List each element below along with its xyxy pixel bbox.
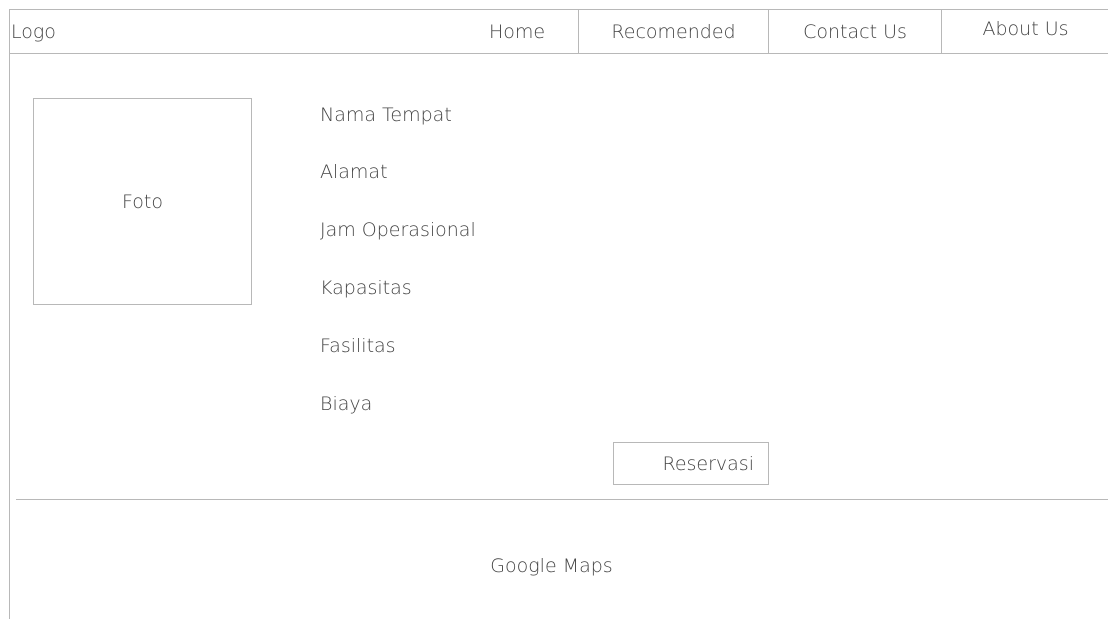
photo-placeholder: Foto	[33, 98, 252, 305]
navbar: Logo Home Recomended Contact Us About Us	[10, 10, 1108, 54]
nav-contact-us[interactable]: Contact Us	[768, 10, 941, 54]
detail-biaya: Biaya	[320, 393, 373, 415]
detail-alamat: Alamat	[320, 161, 388, 183]
nav-home[interactable]: Home	[489, 21, 545, 43]
page-frame: Logo Home Recomended Contact Us About Us…	[9, 9, 1108, 619]
logo[interactable]: Logo	[11, 21, 56, 43]
nav-recomended[interactable]: Recomended	[578, 10, 768, 54]
nav-about-us[interactable]: About Us	[941, 10, 1108, 54]
detail-jam-operasional: Jam Operasional	[320, 219, 476, 241]
google-maps-placeholder[interactable]: Google Maps	[10, 555, 1093, 577]
detail-fasilitas: Fasilitas	[320, 335, 396, 357]
detail-kapasitas: Kapasitas	[320, 277, 412, 299]
detail-nama-tempat: Nama Tempat	[320, 104, 452, 126]
reservasi-button[interactable]: Reservasi	[613, 442, 769, 485]
photo-label: Foto	[122, 190, 163, 213]
section-divider	[16, 499, 1108, 500]
